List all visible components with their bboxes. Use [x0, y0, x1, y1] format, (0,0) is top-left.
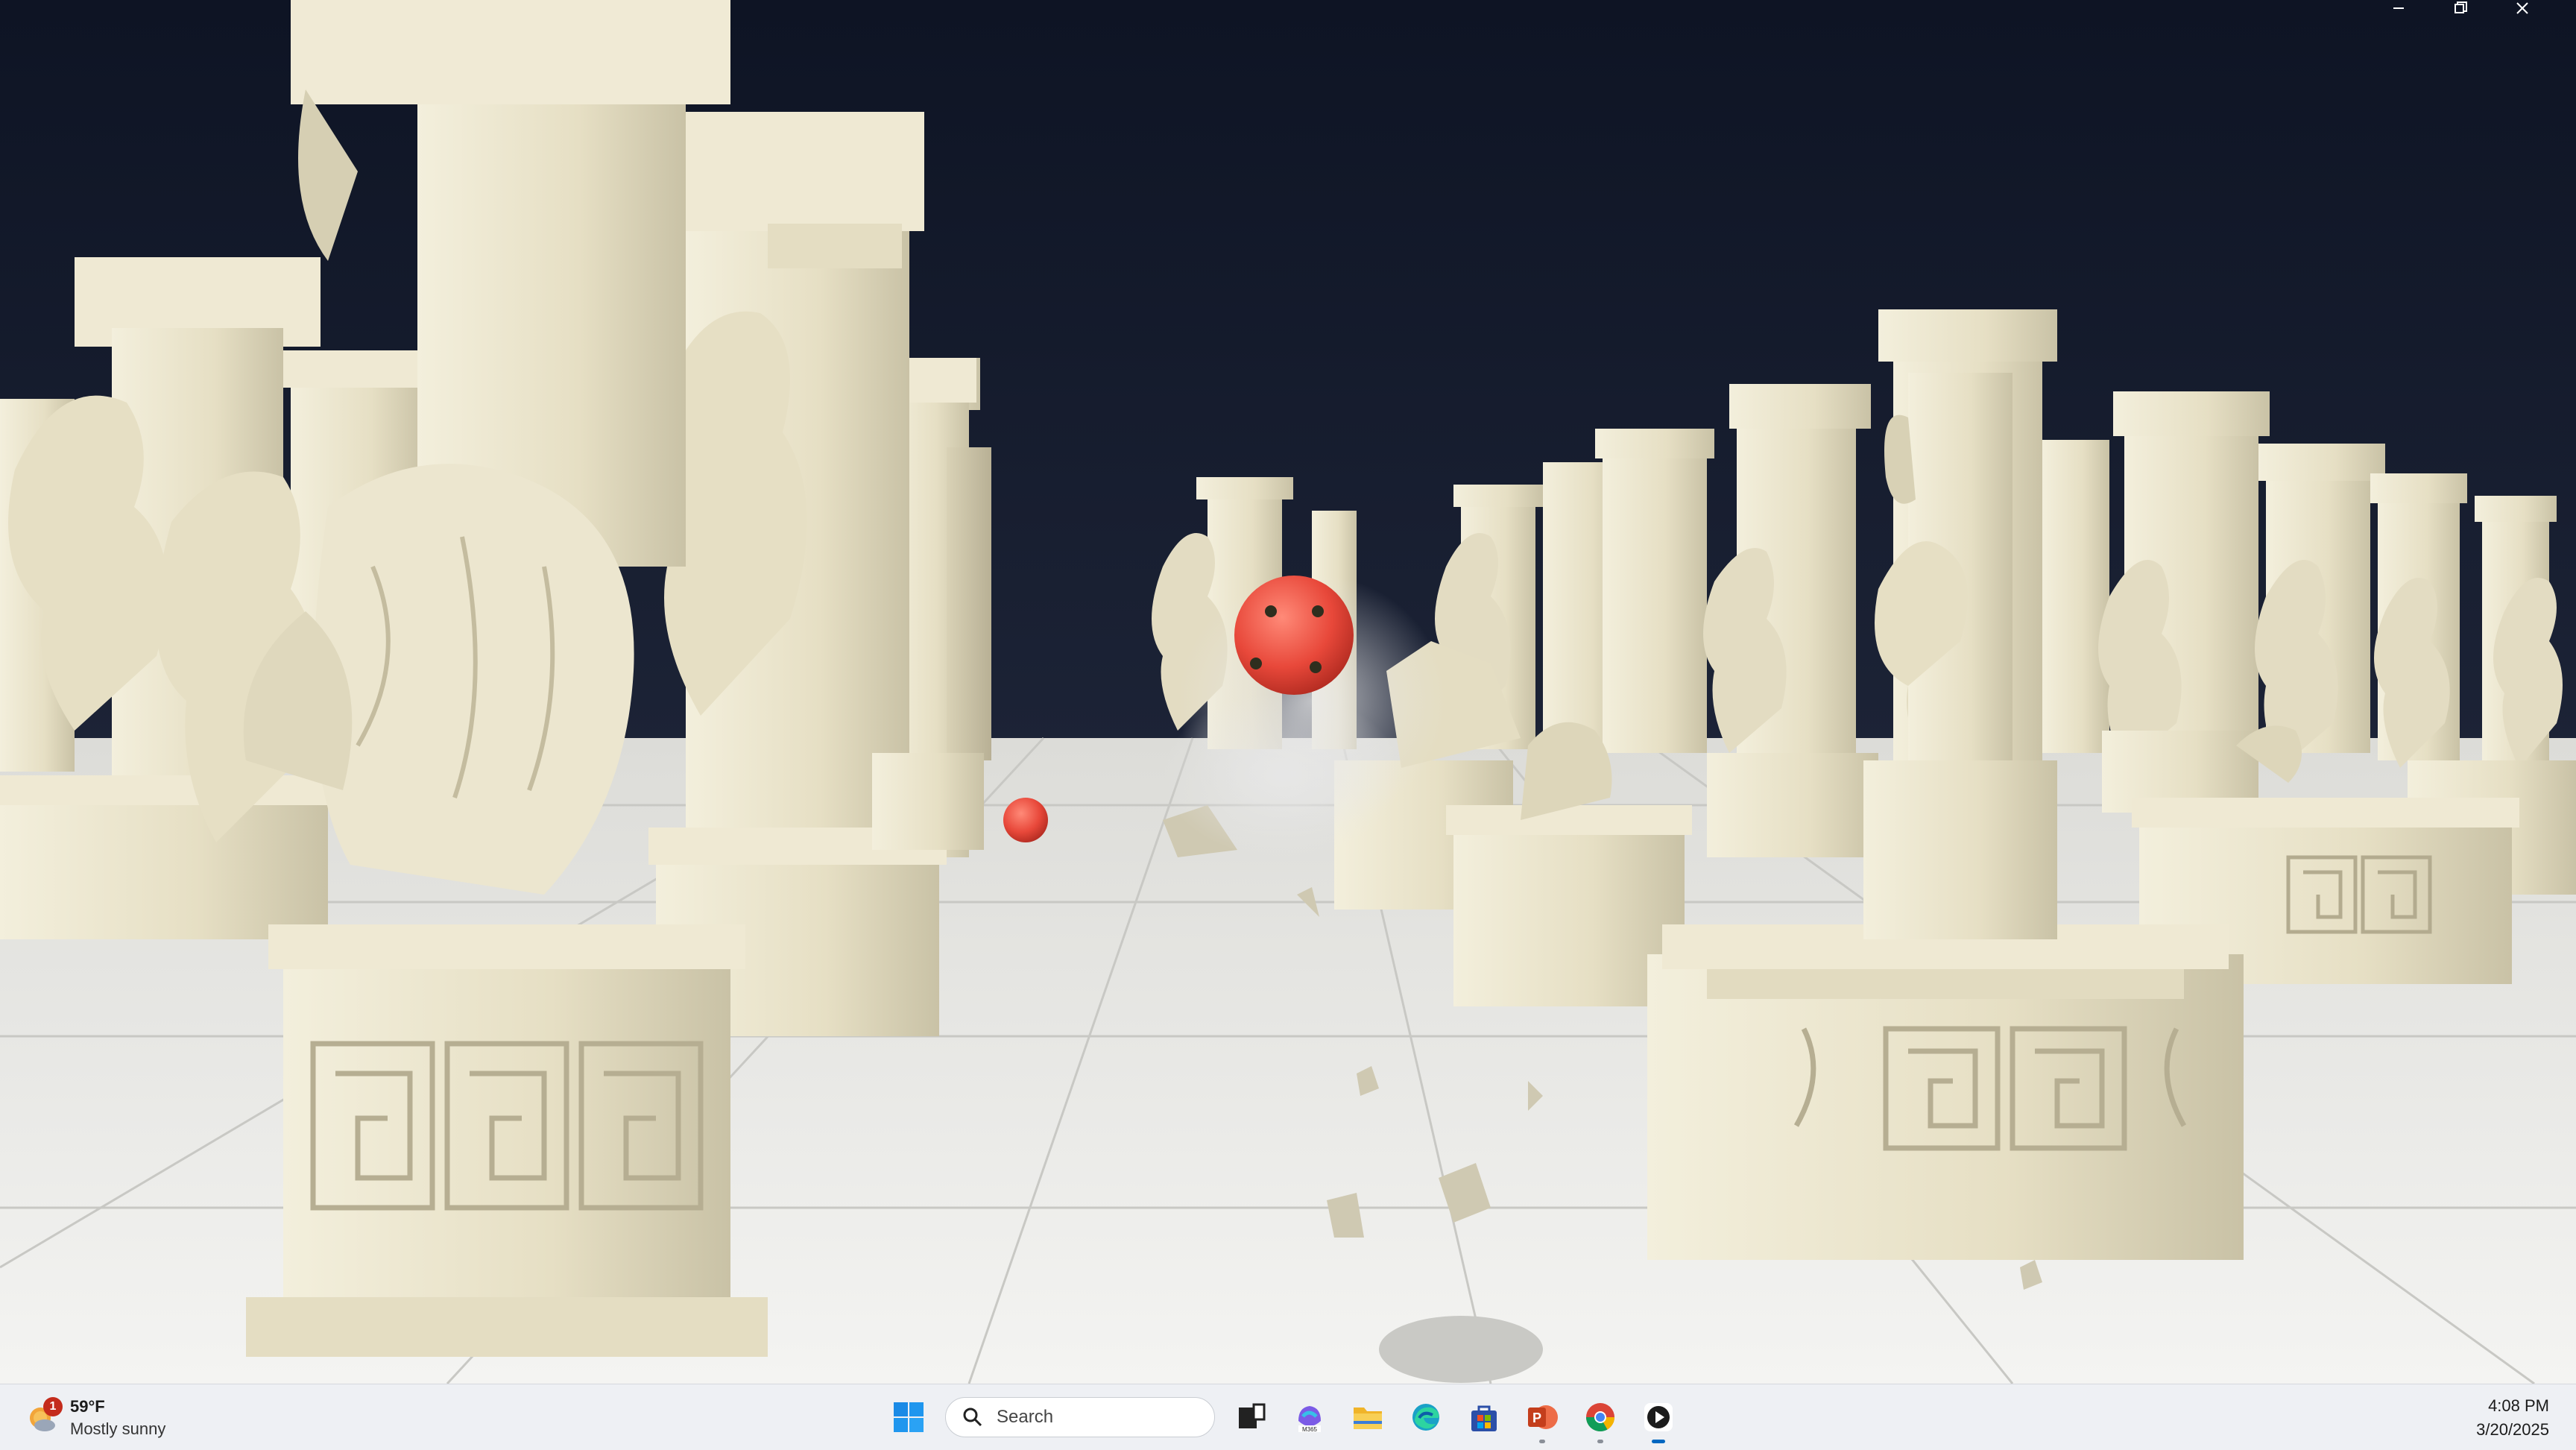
restore-icon	[2455, 1, 2467, 13]
search-placeholder: Search	[997, 1407, 1054, 1427]
ball-shadow	[1379, 1316, 1543, 1383]
weather-badge: 1	[43, 1397, 63, 1416]
search-input[interactable]: Search	[945, 1397, 1215, 1437]
restore-button[interactable]	[2452, 0, 2513, 43]
close-icon	[2516, 2, 2528, 14]
edge-button[interactable]	[1397, 1388, 1455, 1446]
game-scene	[0, 0, 2576, 1384]
folder-icon	[1354, 1408, 1382, 1429]
task-view-button[interactable]	[1222, 1388, 1281, 1446]
task-view-icon	[1239, 1403, 1266, 1428]
system-clock[interactable]: 4:08 PM 3/20/2025	[2476, 1396, 2549, 1440]
close-button[interactable]	[2514, 0, 2575, 43]
weather-widget[interactable]: 1 59°F Mostly sunny	[24, 1395, 195, 1441]
game-viewport[interactable]	[0, 0, 2576, 1384]
media-player-button[interactable]	[1629, 1388, 1688, 1446]
search-icon	[963, 1408, 982, 1427]
m365-button[interactable]: M365	[1281, 1388, 1339, 1446]
store-icon	[1471, 1405, 1497, 1431]
store-button[interactable]	[1455, 1388, 1513, 1446]
sun-cloud-icon: 1	[24, 1397, 63, 1436]
weather-temperature: 59°F	[70, 1397, 105, 1416]
chrome-button[interactable]	[1571, 1388, 1629, 1446]
file-explorer-button[interactable]	[1339, 1388, 1397, 1446]
powerpoint-button[interactable]: P	[1513, 1388, 1571, 1446]
taskbar-apps: Search M365 P	[880, 1384, 1688, 1450]
windows-start-icon	[894, 1402, 924, 1432]
media-player-icon	[1644, 1403, 1673, 1431]
svg-text:P: P	[1532, 1410, 1541, 1425]
small-red-ball	[1003, 798, 1048, 842]
edge-icon	[1412, 1404, 1439, 1431]
start-button[interactable]	[880, 1388, 938, 1446]
taskbar: 1 59°F Mostly sunny Search M365 P 4:08 P…	[0, 1384, 2576, 1450]
m365-copilot-icon: M365	[1298, 1406, 1321, 1433]
minimize-icon	[2393, 7, 2404, 9]
svg-text:M365: M365	[1302, 1426, 1318, 1433]
clock-date: 3/20/2025	[2476, 1420, 2549, 1439]
clock-time: 4:08 PM	[2488, 1396, 2549, 1415]
chrome-icon	[1586, 1403, 1614, 1432]
red-ball-projectile	[1234, 576, 1354, 695]
minimize-button[interactable]	[2390, 0, 2452, 43]
weather-condition: Mostly sunny	[70, 1419, 166, 1438]
powerpoint-icon: P	[1528, 1405, 1558, 1429]
